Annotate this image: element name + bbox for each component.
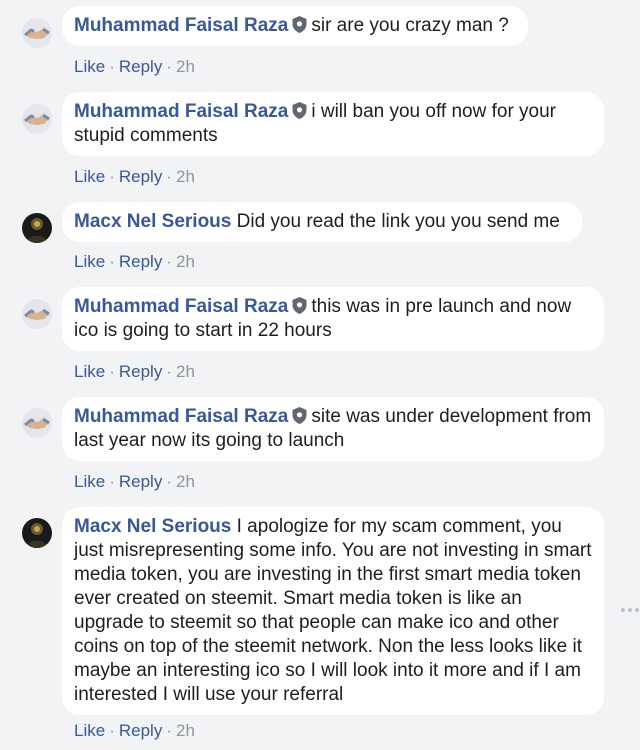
separator: · [109,362,115,381]
shield-badge-icon [291,296,308,315]
dark-profile-avatar[interactable] [22,518,52,548]
reply-link[interactable]: Reply [119,167,162,186]
separator: · [166,167,172,186]
comment-text: Did you read the link you you send me [236,211,560,232]
handshake-avatar[interactable] [22,18,52,48]
reply-link[interactable]: Reply [119,472,162,491]
separator: · [109,167,115,186]
separator: · [166,721,172,740]
comment-author[interactable]: Muhammad Faisal Raza [74,406,288,427]
comment-author[interactable]: Macx Nel Serious [74,211,231,232]
comment-time[interactable]: 2h [176,472,195,491]
separator: · [109,57,115,76]
comment-time[interactable]: 2h [176,721,195,740]
handshake-avatar[interactable] [22,299,52,329]
comment-actions: Like · Reply · 2h [74,167,195,187]
reply-link[interactable]: Reply [119,362,162,381]
shield-badge-icon [291,15,308,34]
reply-link[interactable]: Reply [119,252,162,271]
comment-author[interactable]: Macx Nel Serious [74,516,231,537]
comment-bubble: Muhammad Faisal Raza this was in pre laun… [62,287,604,351]
like-link[interactable]: Like [74,362,105,381]
reply-link[interactable]: Reply [119,721,162,740]
comment-actions: Like · Reply · 2h [74,721,195,741]
separator: · [166,362,172,381]
comment-text: I apologize for my scam comment, you jus… [74,516,592,705]
comment-bubble: Macx Nel Serious I apologize for my scam… [62,507,604,715]
more-options-icon[interactable] [621,603,639,617]
shield-badge-icon [291,406,308,425]
like-link[interactable]: Like [74,252,105,271]
separator: · [109,721,115,740]
comment-bubble: Muhammad Faisal Raza sir are you crazy ma… [62,6,528,46]
comment-author[interactable]: Muhammad Faisal Raza [74,15,288,36]
comment-time[interactable]: 2h [176,362,195,381]
comment-bubble: Muhammad Faisal Raza i will ban you off n… [62,92,604,156]
comment-author[interactable]: Muhammad Faisal Raza [74,296,288,317]
comment-time[interactable]: 2h [176,252,195,271]
comment-bubble: Muhammad Faisal Raza site was under devel… [62,397,604,461]
comment-time[interactable]: 2h [176,167,195,186]
like-link[interactable]: Like [74,57,105,76]
comment-actions: Like · Reply · 2h [74,252,195,272]
dot-icon [628,608,632,612]
comment-actions: Like · Reply · 2h [74,362,195,382]
separator: · [109,472,115,491]
separator: · [109,252,115,271]
comment-time[interactable]: 2h [176,57,195,76]
dark-profile-avatar[interactable] [22,213,52,243]
comment-text: sir are you crazy man ? [311,15,509,36]
dot-icon [635,608,639,612]
handshake-avatar[interactable] [22,408,52,438]
reply-link[interactable]: Reply [119,57,162,76]
separator: · [166,472,172,491]
comment-bubble: Macx Nel Serious Did you read the link y… [62,202,582,242]
like-link[interactable]: Like [74,721,105,740]
dot-icon [621,608,625,612]
comment-actions: Like · Reply · 2h [74,57,195,77]
like-link[interactable]: Like [74,472,105,491]
comment-actions: Like · Reply · 2h [74,472,195,492]
comment-author[interactable]: Muhammad Faisal Raza [74,101,288,122]
separator: · [166,57,172,76]
separator: · [166,252,172,271]
shield-badge-icon [291,101,308,120]
handshake-avatar[interactable] [22,104,52,134]
like-link[interactable]: Like [74,167,105,186]
